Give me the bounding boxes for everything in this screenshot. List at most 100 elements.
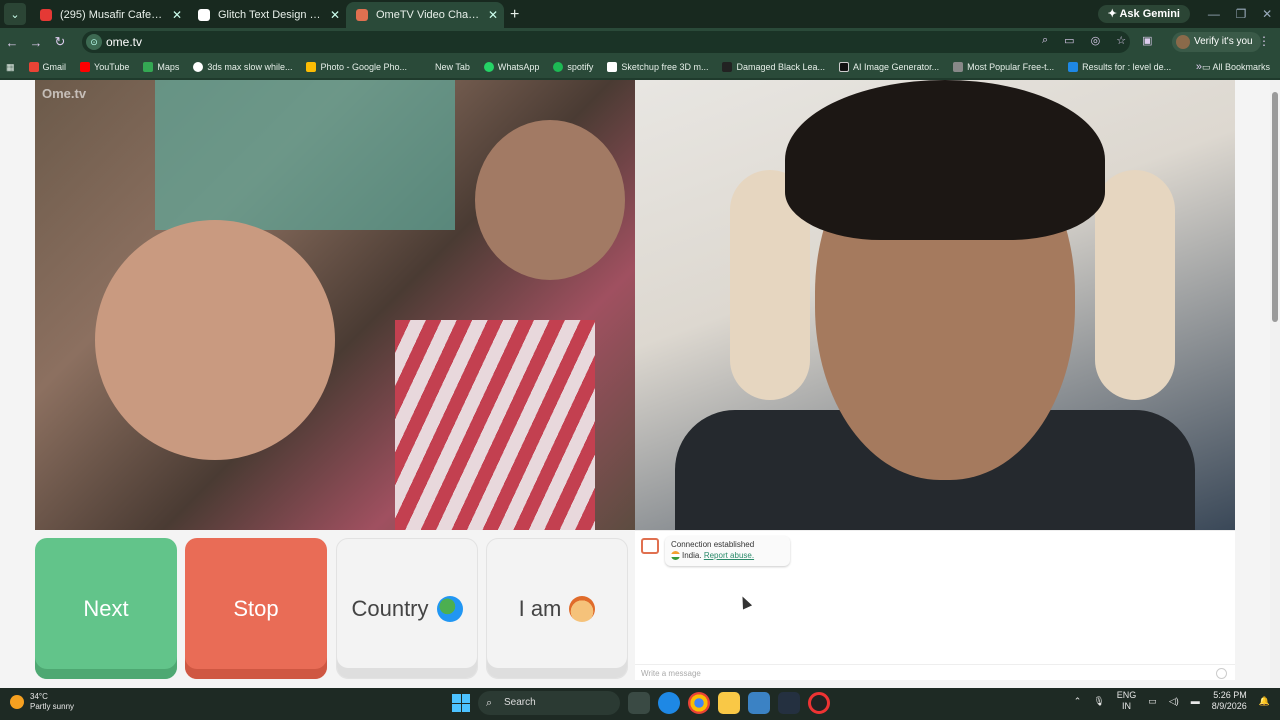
hide-icon[interactable]: ◎ (1091, 34, 1101, 47)
taskbar: 34°C Partly sunny ⌕ Search ⌃ 🎙 ENG IN ▭ ◁) … (0, 688, 1280, 720)
reload-icon[interactable]: ↻ (48, 34, 72, 50)
google-photos-icon (306, 62, 317, 72)
country-line: India. Report abuse. (671, 550, 784, 561)
microphone-icon[interactable]: 🎙 (1093, 696, 1104, 707)
ask-gemini-button[interactable]: ✦ Ask Gemini (1097, 5, 1190, 23)
iam-label: I am (518, 595, 562, 621)
close-tab-icon[interactable]: ✕ (172, 2, 182, 28)
tab-glitch[interactable]: Glitch Text Design Help ✕ (188, 2, 346, 28)
globe-icon (436, 595, 463, 622)
emoji-icon[interactable] (1216, 668, 1227, 679)
bookmark-3ds[interactable]: 3ds max slow while... (193, 62, 292, 72)
bookmark-label: Photo - Google Pho... (320, 62, 408, 72)
recording-app-icon[interactable] (808, 692, 830, 714)
url-text: ome.tv (106, 35, 143, 49)
window-controls: — ❐ ✕ (1200, 0, 1280, 28)
freepik-icon (1068, 62, 1079, 72)
verify-profile-button[interactable]: Verify it's you (1172, 32, 1261, 52)
volume-icon[interactable]: ◁) (1169, 696, 1179, 707)
tab-search-button[interactable]: ⌄ (4, 3, 26, 25)
bookmark-newtab[interactable]: New Tab (421, 62, 470, 72)
menu-kebab-icon[interactable]: ⋮ (1258, 34, 1270, 48)
whatsapp-icon (483, 62, 494, 72)
country-label: Country (351, 595, 429, 621)
network-icon[interactable]: ▭ (1148, 696, 1157, 707)
close-window-icon[interactable]: ✕ (1262, 7, 1272, 21)
store-icon[interactable] (748, 692, 770, 714)
maximize-icon[interactable]: ❐ (1236, 7, 1247, 21)
folder-icon: ▭ (1201, 61, 1213, 72)
bookmark-label: 3ds max slow while... (207, 62, 293, 72)
bookmark-whatsapp[interactable]: WhatsApp (483, 62, 540, 72)
gender-button[interactable]: I am (486, 538, 628, 679)
battery-icon[interactable]: ▬ (1191, 696, 1200, 706)
zoom-icon[interactable]: ⌕ (1042, 34, 1048, 47)
windows-start-icon[interactable] (452, 694, 470, 712)
site-info-icon[interactable]: ⊙ (86, 34, 102, 50)
apps-icon[interactable]: ▦ (6, 62, 15, 73)
close-tab-icon[interactable]: ✕ (488, 2, 498, 28)
person-face (475, 120, 625, 280)
stop-button[interactable]: Stop (185, 538, 327, 679)
clock[interactable]: 5:26 PM 8/9/2026 (1212, 690, 1247, 712)
country-button[interactable]: Country (336, 538, 478, 679)
tab-ometv[interactable]: OmeTV Video Chat — Ome ✕ (346, 2, 504, 28)
person-hair (785, 80, 1105, 240)
page-scrollbar[interactable] (1270, 80, 1280, 688)
tab-youtube[interactable]: (295) Musafir Cafe: Darmiyaan ✕ (30, 2, 188, 28)
forward-icon[interactable]: → (24, 35, 48, 50)
weather-widget[interactable]: 34°C Partly sunny (10, 692, 74, 712)
lang-code: ENG (1116, 690, 1137, 700)
maps-icon (143, 62, 154, 72)
minimize-icon[interactable]: — (1208, 7, 1220, 21)
bookmarks-bar: ▦ Gmail YouTube Maps 3ds max slow while.… (0, 56, 1280, 78)
bookmark-damaged[interactable]: Damaged Black Lea... (722, 62, 825, 72)
language-indicator[interactable]: ENG IN (1117, 690, 1137, 712)
message-input[interactable]: Write a message (635, 664, 1235, 681)
ask-gemini-label: Ask Gemini (1119, 8, 1180, 20)
bookmark-results[interactable]: Results for : level de... (1068, 62, 1171, 72)
file-explorer-icon[interactable] (718, 692, 740, 714)
search-label: Search (504, 697, 536, 708)
bookmark-maps[interactable]: Maps (143, 62, 179, 72)
connection-status: Connection established (671, 540, 755, 549)
sketch-app-icon[interactable] (778, 692, 800, 714)
bookmark-star-icon[interactable]: ☆ (1116, 34, 1126, 47)
notification-icon[interactable]: 🔔 (1259, 696, 1270, 707)
extensions-icon[interactable]: ▣ (1142, 34, 1152, 47)
cast-icon[interactable]: ▭ (1064, 34, 1074, 47)
scrollbar-thumb[interactable] (1272, 92, 1278, 322)
partly-sunny-icon (10, 695, 24, 709)
stranger-video (35, 80, 635, 530)
all-bookmarks-button[interactable]: ▭ All Bookmarks (1202, 62, 1270, 73)
bookmark-label: WhatsApp (497, 62, 540, 72)
bookmark-popular[interactable]: Most Popular Free-t... (953, 62, 1054, 72)
bookmark-gmail[interactable]: Gmail (28, 62, 66, 72)
system-tray: ⌃ 🎙 ENG IN ▭ ◁) ▬ 5:26 PM 8/9/2026 🔔 (1074, 690, 1270, 712)
new-tab-button[interactable]: + (510, 6, 519, 24)
region-code: IN (1122, 701, 1132, 711)
bookmark-label: Sketchup free 3D m... (621, 62, 709, 72)
bookmark-spotify[interactable]: spotify (553, 62, 593, 72)
task-view-icon[interactable] (628, 692, 650, 714)
bookmark-youtube[interactable]: YouTube (80, 62, 129, 72)
time: 5:26 PM (1213, 690, 1247, 700)
country-name: India. (682, 551, 702, 560)
taskbar-search[interactable]: ⌕ Search (478, 691, 620, 715)
chrome-icon[interactable] (688, 692, 710, 714)
bookmark-label: AI Image Generator... (853, 62, 940, 72)
bookmark-photos[interactable]: Photo - Google Pho... (306, 62, 407, 72)
report-abuse-link[interactable]: Report abuse. (704, 551, 754, 560)
close-tab-icon[interactable]: ✕ (330, 2, 340, 28)
stop-label: Stop (233, 595, 279, 621)
chatgpt-icon (193, 62, 204, 72)
chevron-up-icon[interactable]: ⌃ (1074, 696, 1082, 707)
back-icon[interactable]: ← (0, 35, 24, 50)
site-icon (953, 62, 964, 72)
edge-icon[interactable] (658, 692, 680, 714)
next-button[interactable]: Next (35, 538, 177, 679)
bookmark-label: spotify (567, 62, 594, 72)
bookmark-ai-image[interactable]: AI Image Generator... (839, 62, 939, 72)
bookmark-sketchup[interactable]: Sketchup free 3D m... (607, 62, 708, 72)
address-bar[interactable]: ⊙ ome.tv (82, 31, 1130, 53)
